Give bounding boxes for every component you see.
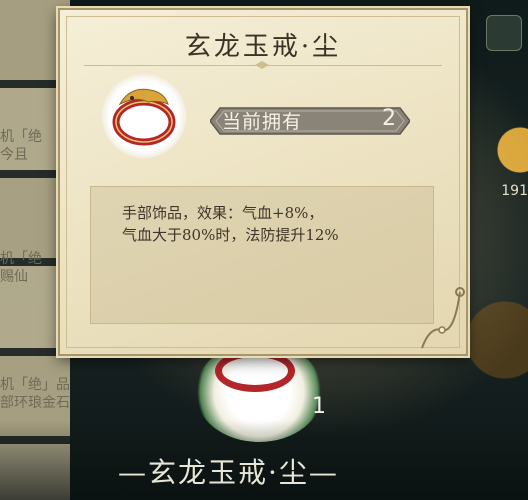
right-corner-button[interactable] [486,15,522,51]
jade-dragon-ring-icon [102,74,186,158]
owned-count: 2 [382,106,396,131]
item-title: 玄龙玉戒·尘 [184,32,342,62]
description-line-1: 手部饰品，效果：气血+8%， [122,204,324,222]
left-list-text-5: 机「绝」品 [0,377,70,393]
description-line-2: 气血大于80%时，法防提升12% [122,226,339,244]
divider-ornament-icon [255,61,269,69]
item-tooltip-card[interactable]: 玄龙玉戒·尘 当前拥有 2 手部饰品，效果：气血+8%， 气血大于80%时，法防… [58,8,468,356]
corner-vine-ornament-icon [421,287,465,349]
right-side-number: 191 [501,183,528,199]
owned-label: 当前拥有 [222,111,303,133]
item-name-banner: —玄龙玉戒·尘— [118,456,339,489]
item-quantity: 1 [312,394,326,419]
left-list-text-6: 部环琅金石 [0,395,70,411]
item-description: 手部饰品，效果：气血+8%， 气血大于80%时，法防提升12% [122,202,339,246]
background-ring-band [215,350,295,392]
